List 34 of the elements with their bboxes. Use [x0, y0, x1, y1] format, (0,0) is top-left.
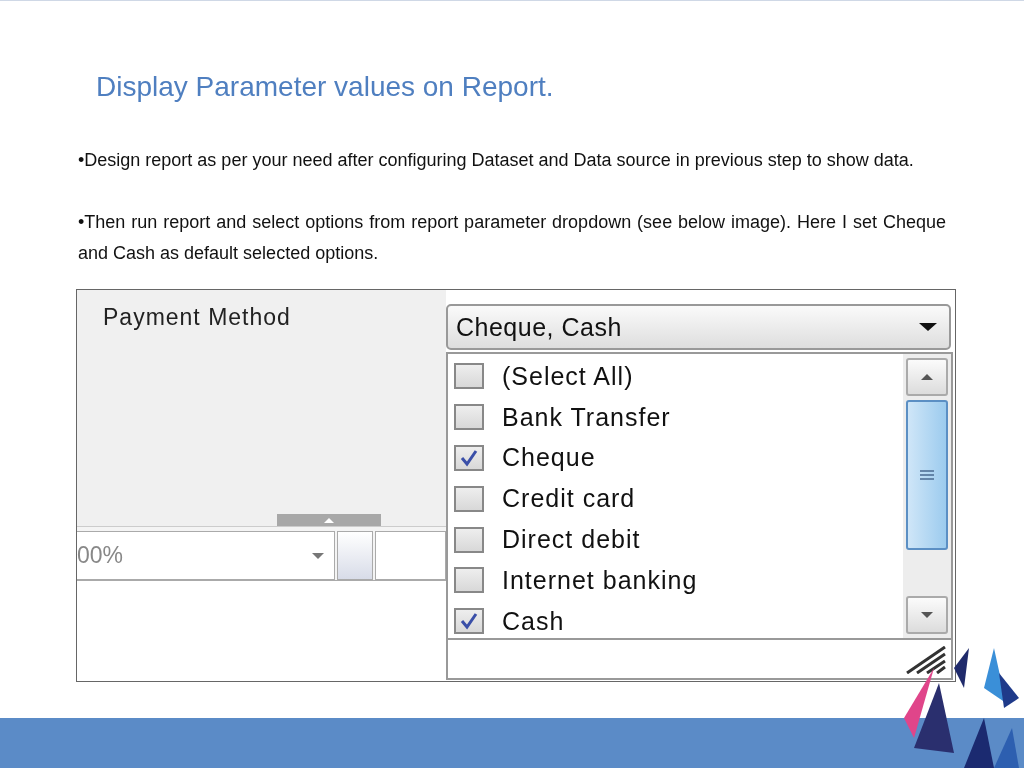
scroll-up-button[interactable]: [906, 358, 948, 396]
caret-icon: [919, 323, 937, 331]
option-item[interactable]: (Select All): [448, 356, 903, 397]
checkbox[interactable]: [454, 526, 484, 553]
up-arrow-icon: [921, 374, 933, 380]
checkbox[interactable]: [454, 404, 484, 431]
caret-icon: [312, 552, 324, 559]
parameter-label: Payment Method: [103, 304, 291, 330]
parameter-dropdown[interactable]: Cheque, Cash: [446, 304, 951, 350]
checkbox[interactable]: [454, 608, 484, 635]
checkmark-icon: [459, 449, 479, 467]
checkmark-icon: [459, 612, 479, 631]
scroll-down-button[interactable]: [906, 596, 948, 634]
scroll-thumb[interactable]: [906, 400, 948, 550]
option-item[interactable]: Bank Transfer: [448, 396, 903, 438]
down-arrow-icon: [921, 612, 933, 618]
checkbox[interactable]: [454, 485, 484, 512]
option-item[interactable]: Cash: [448, 600, 903, 642]
zoom-dropdown[interactable]: 00%: [77, 531, 335, 580]
bullet-text: •Design report as per your need after configuring Dataset and Data source in previous step to show data.: [78, 149, 915, 172]
slide-title: Display Parameter values on Report.: [95, 70, 555, 104]
checkbox[interactable]: [454, 567, 484, 594]
resize-grip-icon[interactable]: [905, 646, 947, 674]
checkbox[interactable]: [454, 445, 484, 471]
checkbox[interactable]: [454, 363, 484, 390]
collapse-handle-icon[interactable]: [277, 514, 381, 526]
option-item[interactable]: Credit card: [448, 478, 903, 520]
scrollbar[interactable]: [903, 354, 951, 638]
option-item[interactable]: Cheque: [448, 437, 903, 479]
option-item[interactable]: Internet banking: [448, 560, 903, 601]
bullet-text: •Then run report and select options from report parameter dropdown (see below image). Here I set Cheque and Cash as default selected options.: [78, 211, 946, 265]
toolbar-field[interactable]: [375, 531, 446, 580]
option-item[interactable]: Direct debit: [448, 519, 903, 560]
toolbar-button[interactable]: [337, 531, 373, 580]
